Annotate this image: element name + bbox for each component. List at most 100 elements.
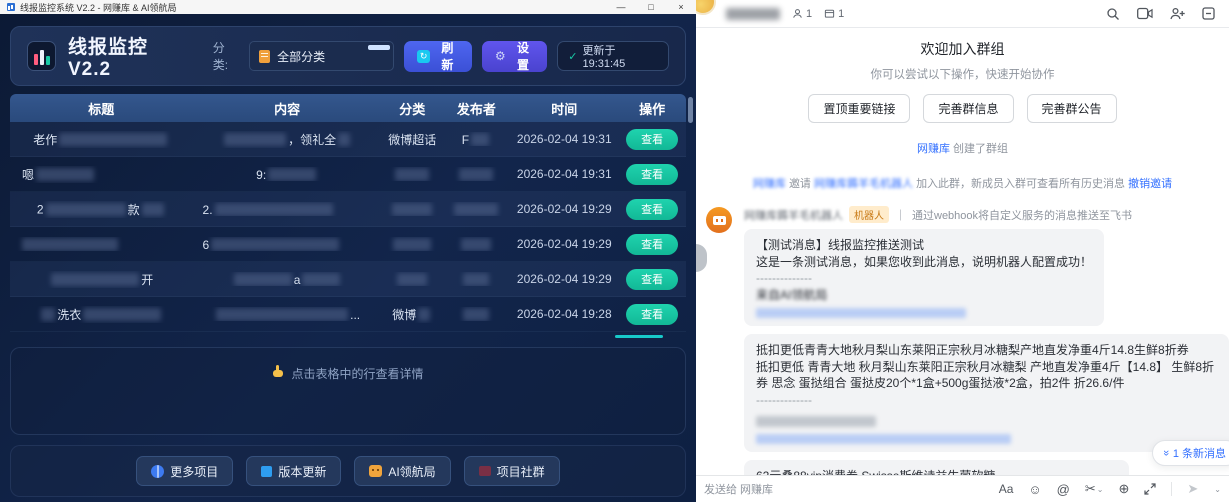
system-message-created: 网赚库 创建了群组 — [696, 140, 1229, 156]
footer-toolbar: 更多项目 版本更新 AI领航局 项目社群 — [10, 445, 686, 497]
group-name — [726, 8, 780, 20]
table-header-row: 标题 内容 分类 发布者 时间 操作 — [10, 94, 686, 122]
tabs-icon — [824, 8, 835, 19]
bot-badge: 机器人 — [849, 206, 889, 223]
table-row[interactable]: 洗衣 ... 微博 2026-02-04 19:28 查看 — [10, 297, 686, 332]
app-logo-icon — [27, 41, 56, 71]
minimize-button[interactable]: — — [606, 2, 636, 12]
hint-text: 点击表格中的行查看详情 — [291, 365, 423, 382]
send-icon[interactable]: ➤ — [1187, 481, 1198, 497]
new-message-badge[interactable]: » 1 条新消息 — [1152, 440, 1229, 466]
add-member-icon[interactable] — [1170, 7, 1185, 20]
gear-icon: ⚙ — [495, 49, 506, 63]
attachment-plus-icon[interactable]: ⊕ — [1118, 481, 1129, 497]
column-action: 操作 — [618, 99, 686, 118]
send-options-chevron-icon[interactable]: ⌄ — [1214, 485, 1221, 494]
text-format-icon[interactable]: Aa — [999, 482, 1014, 496]
category-value: 全部分类 — [277, 48, 325, 65]
message-composer[interactable]: 发送给 网赚库 Aa ☺ @ ✂⌄ ⊕ ➤ ⌄ — [696, 475, 1229, 502]
blurred-link[interactable] — [756, 308, 966, 318]
column-content: 内容 — [193, 99, 382, 118]
view-button[interactable]: 查看 — [626, 164, 678, 185]
view-button[interactable]: 查看 — [626, 304, 678, 325]
chat-header: 1 1 — [696, 0, 1229, 28]
table-row[interactable]: 嗯 9: 2026-02-04 19:31 查看 — [10, 157, 686, 192]
close-button[interactable]: × — [666, 2, 696, 12]
category-select[interactable]: 全部分类 — [249, 41, 394, 71]
version-update-button[interactable]: 版本更新 — [246, 456, 341, 486]
app-header: 线报监控 V2.2 分类: 全部分类 ↻ 刷新 ⚙ 设置 ✓ 更新于 19:31… — [10, 26, 686, 86]
group-info-button[interactable]: 完善群信息 — [923, 94, 1013, 123]
table-horizontal-scrollbar[interactable] — [10, 334, 686, 339]
refresh-icon: ↻ — [417, 50, 429, 63]
check-icon: ✓ — [568, 50, 577, 63]
pin-count-chip[interactable]: 1 — [824, 8, 844, 20]
window-titlebar: 线报监控系统 V2.2 - 网赚库 & AI领航局 — □ × — [0, 0, 696, 14]
welcome-subtitle: 你可以尝试以下操作，快速开始协作 — [696, 66, 1229, 82]
message-bubble-deal2[interactable]: 62元叠88vip消费券 Swisse斯维诗益生菌软糖 - 62元叠88vip消… — [744, 460, 1129, 475]
bot-link[interactable]: 网赚库薅羊毛机器人 — [814, 178, 913, 190]
app-body: 线报监控 V2.2 分类: 全部分类 ↻ 刷新 ⚙ 设置 ✓ 更新于 19:31… — [0, 14, 696, 502]
view-button[interactable]: 查看 — [626, 234, 678, 255]
group-announcement-button[interactable]: 完善群公告 — [1027, 94, 1117, 123]
blurred-link[interactable] — [756, 434, 1011, 444]
group-owner-link[interactable]: 网赚库 — [917, 143, 950, 155]
category-label: 分类: — [213, 39, 239, 73]
more-projects-button[interactable]: 更多项目 — [136, 456, 233, 486]
robot-icon — [369, 465, 382, 477]
column-category: 分类 — [382, 99, 443, 118]
table-row[interactable]: 老作 ，领礼全 微博超话 F 2026-02-04 19:31 查看 — [10, 122, 686, 157]
search-icon[interactable] — [1106, 7, 1120, 21]
screenshot-icon[interactable]: ✂⌄ — [1085, 481, 1104, 497]
bot-avatar[interactable] — [706, 207, 732, 233]
mention-icon[interactable]: @ — [1057, 482, 1070, 497]
book-icon — [479, 466, 491, 476]
app-icon — [7, 3, 15, 11]
column-publisher: 发布者 — [443, 99, 511, 118]
message-source: 来自AI领航局 — [756, 287, 1092, 304]
welcome-block: 欢迎加入群组 你可以尝试以下操作，快速开始协作 置顶重要链接 完善群信息 完善群… — [696, 28, 1229, 123]
expand-icon[interactable] — [1144, 483, 1156, 495]
inviter-link[interactable]: 网赚库 — [753, 178, 786, 190]
view-button[interactable]: 查看 — [626, 129, 678, 150]
pin-links-button[interactable]: 置顶重要链接 — [808, 94, 910, 123]
message-bubble-deal1[interactable]: 抵扣更低青青大地秋月梨山东莱阳正宗秋月冰糖梨产地直发净重4斤14.8生鲜8折券 … — [744, 334, 1229, 452]
globe-icon — [151, 465, 164, 478]
updated-time: 更新于 19:31:45 — [582, 42, 658, 70]
column-time: 时间 — [510, 99, 618, 118]
table-row[interactable]: 2款 2. 2026-02-04 19:29 查看 — [10, 192, 686, 227]
bot-description: 通过webhook将自定义服务的消息推送至飞书 — [912, 207, 1132, 223]
settings-button[interactable]: ⚙ 设置 — [482, 41, 547, 72]
maximize-button[interactable]: □ — [636, 2, 666, 12]
message-bubble-test[interactable]: 【测试消息】线报监控推送测试 这是一条测试消息，如果您收到此消息，说明机器人配置… — [744, 229, 1104, 326]
table-row[interactable]: 开 a 2026-02-04 19:29 查看 — [10, 262, 686, 297]
chat-message-list[interactable]: 欢迎加入群组 你可以尝试以下操作，快速开始协作 置顶重要链接 完善群信息 完善群… — [696, 28, 1229, 475]
robot-face-icon — [713, 216, 726, 225]
page-title: 线报监控 V2.2 — [68, 32, 193, 81]
view-button[interactable]: 查看 — [626, 269, 678, 290]
members-icon — [792, 8, 803, 19]
emoji-icon[interactable]: ☺ — [1028, 482, 1041, 497]
open-settings-icon[interactable] — [1202, 7, 1215, 20]
revoke-invite-link[interactable]: 撤销邀请 — [1128, 178, 1172, 190]
refresh-button[interactable]: ↻ 刷新 — [404, 41, 471, 72]
ai-pilot-button[interactable]: AI领航局 — [354, 456, 450, 486]
send-to-label: 发送给 网赚库 — [704, 481, 773, 497]
table-row[interactable]: 6 2026-02-04 19:29 查看 — [10, 227, 686, 262]
divider — [1171, 482, 1172, 496]
welcome-title: 欢迎加入群组 — [696, 39, 1229, 59]
group-avatar[interactable] — [696, 0, 716, 15]
select-scrollbar — [368, 45, 390, 50]
table-vertical-scrollbar[interactable] — [688, 97, 693, 123]
member-count-chip[interactable]: 1 — [792, 8, 812, 20]
pointing-hand-icon — [272, 365, 284, 378]
video-call-icon[interactable] — [1137, 7, 1153, 20]
report-table: 标题 内容 分类 发布者 时间 操作 老作 ，领礼全 微博超话 F 2026-0… — [10, 94, 686, 339]
column-title: 标题 — [10, 99, 193, 118]
document-icon — [259, 50, 270, 63]
chevron-down-icon: ⌄ — [1097, 485, 1104, 494]
view-button[interactable]: 查看 — [626, 199, 678, 220]
community-button[interactable]: 项目社群 — [464, 456, 560, 486]
detail-hint-panel: 点击表格中的行查看详情 — [10, 347, 686, 435]
updated-badge: ✓ 更新于 19:31:45 — [557, 41, 669, 71]
